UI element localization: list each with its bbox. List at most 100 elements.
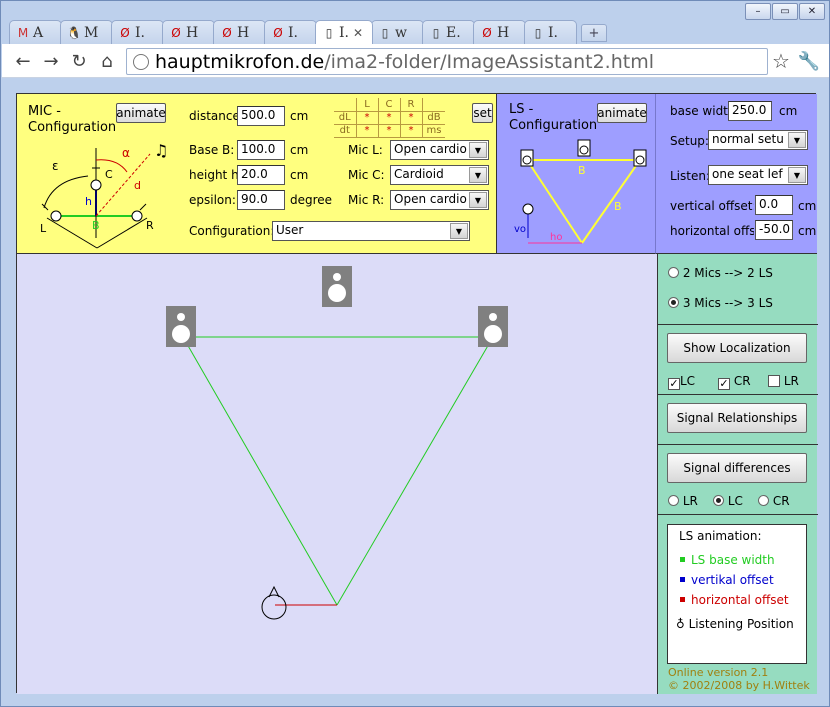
mic-c-label: Mic C: bbox=[348, 168, 385, 182]
mic-r-select[interactable]: Open cardio ▼ bbox=[390, 190, 489, 210]
penguin-icon: 🐧 bbox=[66, 25, 82, 40]
browser-tab[interactable]: 🐧 M bbox=[60, 20, 113, 44]
tab-label: I. bbox=[548, 24, 558, 41]
tab-label: w bbox=[395, 24, 407, 41]
vertical-offset-unit: cm bbox=[798, 199, 816, 213]
signal-relationships-button[interactable]: Signal Relationships bbox=[667, 403, 807, 433]
chevron-down-icon: ▼ bbox=[469, 192, 487, 208]
browser-tab[interactable]: ØH bbox=[473, 20, 526, 44]
mic-l-select[interactable]: Open cardio ▼ bbox=[390, 140, 489, 160]
checkbox-lr-box[interactable] bbox=[768, 375, 780, 387]
checkbox-cr-label: CR bbox=[733, 374, 751, 388]
address-bar[interactable]: hauptmikrofon.de/ima2-folder/ImageAssist… bbox=[126, 48, 768, 75]
row-dt-unit: ms bbox=[421, 123, 446, 138]
reload-icon[interactable]: ↻ bbox=[68, 50, 90, 72]
star-icon[interactable]: ☆ bbox=[770, 49, 792, 73]
checkbox-lc-box[interactable]: ✓ bbox=[668, 378, 680, 390]
vertical-offset-input[interactable]: 0.0 bbox=[755, 195, 793, 215]
base-width-input[interactable]: 250.0 bbox=[728, 101, 772, 121]
legend-listening-label: Listening Position bbox=[688, 617, 794, 631]
browser-tab[interactable]: ▯ E. bbox=[422, 20, 475, 44]
vertical-offset-label: vertical offset: bbox=[670, 199, 754, 213]
configuration-value: User bbox=[276, 223, 304, 237]
height-input[interactable]: 20.0 bbox=[237, 165, 285, 185]
forward-arrow-icon[interactable]: → bbox=[40, 50, 62, 72]
browser-tab[interactable]: MA bbox=[9, 20, 62, 44]
mic-title-line2: Configuration bbox=[28, 120, 117, 135]
wrench-icon[interactable]: 🔧 bbox=[798, 50, 820, 72]
legend-item: LS base width bbox=[680, 553, 775, 567]
back-arrow-icon[interactable]: ← bbox=[12, 50, 34, 72]
browser-tab[interactable]: ▯ I. bbox=[524, 20, 577, 44]
chevron-down-icon: ▼ bbox=[469, 167, 487, 183]
listen-select[interactable]: one seat lef ▼ bbox=[708, 165, 808, 185]
setup-select[interactable]: normal setu ▼ bbox=[708, 130, 808, 150]
speaker-right-icon bbox=[478, 306, 508, 347]
c-label: C bbox=[105, 168, 113, 181]
legend-item-label: LS base width bbox=[691, 553, 775, 567]
tab-strip: M A 🐧 M Ø I. Ø H Ø H Ø I. ▯ I. ✕ ▯ w ▯ E. Ø H ▯ I. + bbox=[9, 20, 607, 44]
horizontal-offset-label: horizontal offse bbox=[670, 224, 754, 238]
close-icon[interactable]: ✕ bbox=[353, 26, 363, 40]
h-label: h bbox=[85, 195, 92, 208]
browser-tab[interactable]: ▯ I. ✕ bbox=[315, 20, 373, 44]
listener-head-icon: ♁ bbox=[676, 617, 685, 631]
col-l-header: L bbox=[355, 98, 379, 112]
setup-value: normal setu bbox=[712, 132, 784, 146]
set-button[interactable]: set bbox=[472, 103, 493, 123]
radio-lc-control[interactable] bbox=[713, 495, 724, 506]
r-label: R bbox=[146, 219, 154, 232]
epsilon-label: ε bbox=[52, 159, 59, 173]
minimize-button[interactable]: – bbox=[745, 3, 771, 20]
radio-lr[interactable]: LR bbox=[668, 494, 698, 508]
epsilon-unit: degree bbox=[290, 193, 333, 207]
browser-tab[interactable]: Ø I. bbox=[111, 20, 164, 44]
page-icon: ▯ bbox=[325, 25, 333, 40]
checkbox-lc[interactable]: ✓LC bbox=[668, 374, 695, 390]
radio-3mics-control[interactable] bbox=[668, 297, 679, 308]
radio-2mics-control[interactable] bbox=[668, 267, 679, 278]
page-icon: ▯ bbox=[381, 25, 389, 40]
horizontal-offset-input[interactable]: -50.0 bbox=[755, 220, 793, 240]
browser-tab[interactable]: ØH bbox=[162, 20, 215, 44]
mic-c-select[interactable]: Cardioid ▼ bbox=[390, 165, 489, 185]
maximize-button[interactable]: ▭ bbox=[772, 3, 798, 20]
checkbox-lr[interactable]: LR bbox=[768, 374, 799, 388]
level-time-table: L C R dL * * * dB dt * * * ms bbox=[334, 98, 446, 138]
col-r-header: R bbox=[399, 98, 423, 112]
radio-lc[interactable]: LC bbox=[713, 494, 743, 508]
radio-cr-control[interactable] bbox=[758, 495, 769, 506]
configuration-select[interactable]: User ▼ bbox=[272, 221, 470, 241]
browser-tab[interactable]: ▯ w bbox=[371, 20, 424, 44]
home-icon[interactable]: ⌂ bbox=[96, 50, 118, 72]
ls-animate-button[interactable]: animate bbox=[597, 103, 647, 123]
browser-tab[interactable]: ØH bbox=[213, 20, 266, 44]
chevron-down-icon: ▼ bbox=[450, 223, 468, 239]
signal-differences-button[interactable]: Signal differences bbox=[667, 453, 807, 483]
radio-2mics[interactable]: 2 Mics --> 2 LS bbox=[668, 266, 773, 280]
show-localization-button[interactable]: Show Localization bbox=[667, 333, 807, 363]
browser-tab[interactable]: Ø I. bbox=[264, 20, 317, 44]
divider bbox=[658, 324, 818, 325]
radio-lr-label: LR bbox=[682, 494, 698, 508]
legend-swatch bbox=[680, 557, 685, 562]
checkbox-cr[interactable]: ✓ CR bbox=[718, 374, 751, 390]
distance-input[interactable]: 500.0 bbox=[237, 106, 285, 126]
ls-title-line1: LS - bbox=[509, 102, 534, 117]
mic-r-label: Mic R: bbox=[348, 193, 385, 207]
close-window-button[interactable]: ✕ bbox=[799, 3, 825, 20]
mic-configuration-panel: MIC - Configuration animate α ε C d h B … bbox=[17, 94, 497, 254]
checkbox-cr-box[interactable]: ✓ bbox=[718, 378, 730, 390]
d-label: d bbox=[134, 179, 141, 192]
radio-cr[interactable]: CR bbox=[758, 494, 790, 508]
base-b-input[interactable]: 100.0 bbox=[237, 140, 285, 160]
radio-lr-control[interactable] bbox=[668, 495, 679, 506]
new-tab-button[interactable]: + bbox=[581, 24, 607, 42]
listening-canvas[interactable] bbox=[17, 254, 657, 694]
radio-3mics[interactable]: 3 Mics --> 3 LS bbox=[668, 296, 773, 310]
epsilon-input[interactable]: 90.0 bbox=[237, 190, 285, 210]
slashed-o-icon: Ø bbox=[120, 25, 130, 40]
url-host: hauptmikrofon.de bbox=[155, 50, 325, 73]
mic-animate-button[interactable]: animate bbox=[116, 103, 166, 123]
slashed-o-icon: Ø bbox=[482, 25, 492, 40]
